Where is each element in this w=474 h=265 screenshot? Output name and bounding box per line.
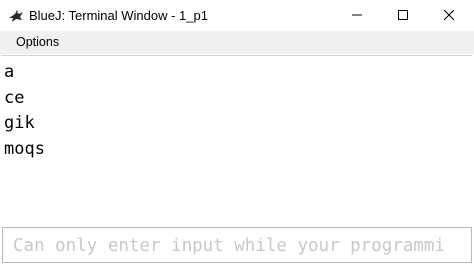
output-line: a (4, 62, 15, 82)
input-placeholder: Can only enter input while your programm… (13, 236, 445, 256)
title-bar[interactable]: BlueJ: Terminal Window - 1_p1 (0, 0, 474, 31)
maximize-icon (398, 7, 408, 25)
maximize-button[interactable] (380, 0, 426, 31)
terminal-output[interactable]: a ce gik moqs (1, 55, 472, 226)
terminal-window: BlueJ: Terminal Window - 1_p1 Options a … (0, 0, 474, 265)
window-title: BlueJ: Terminal Window - 1_p1 (29, 8, 208, 23)
output-line: ce (4, 87, 25, 108)
output-lines: a ce gik moqs (4, 60, 45, 162)
menu-bar: Options (0, 31, 474, 54)
output-line: moqs (4, 138, 45, 159)
close-button[interactable] (426, 0, 472, 31)
output-line: gik (4, 113, 35, 133)
menu-item-options[interactable]: Options (16, 35, 59, 50)
minimize-icon (352, 7, 362, 25)
minimize-button[interactable] (334, 0, 380, 31)
bluej-bird-icon (8, 8, 24, 24)
terminal-input-field[interactable]: Can only enter input while your programm… (2, 227, 472, 263)
close-icon (443, 7, 455, 25)
